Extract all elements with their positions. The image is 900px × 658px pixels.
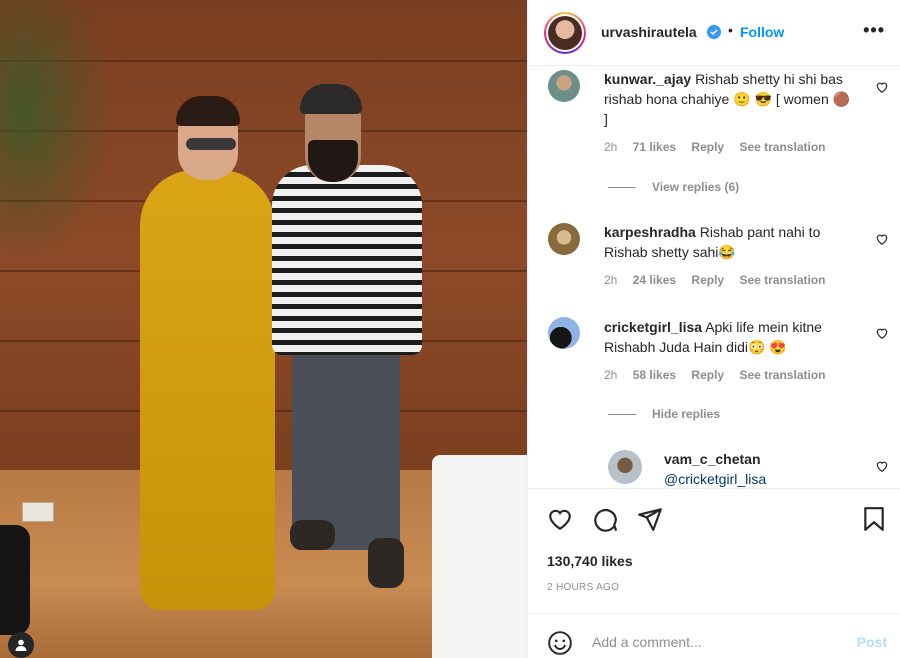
post-comment-button[interactable]: Post bbox=[857, 634, 887, 650]
follow-button[interactable]: Follow bbox=[740, 24, 784, 40]
reply-button[interactable]: Reply bbox=[691, 140, 724, 154]
heart-icon[interactable] bbox=[875, 80, 889, 94]
comment-username[interactable]: kunwar._ajay bbox=[604, 71, 691, 87]
commenter-avatar[interactable] bbox=[548, 223, 580, 255]
comment-meta: 2h 24 likes Reply See translation bbox=[604, 273, 837, 287]
post-sidebar: urvashirautela • Follow ••• kunwar._ajay… bbox=[527, 0, 900, 658]
shoe bbox=[368, 538, 404, 588]
add-comment-input[interactable]: Add a comment... bbox=[592, 634, 702, 650]
heart-icon[interactable] bbox=[547, 506, 573, 532]
white-cube-seat bbox=[432, 455, 527, 658]
comment-likes[interactable]: 71 likes bbox=[633, 140, 676, 154]
heart-icon[interactable] bbox=[875, 326, 889, 340]
speaker bbox=[0, 525, 30, 635]
comment-likes[interactable]: 24 likes bbox=[633, 273, 676, 287]
comment-text: cricketgirl_lisa Apki life mein kitne Ri… bbox=[604, 317, 854, 357]
bookmark-icon[interactable] bbox=[861, 506, 887, 532]
comment-body[interactable]: @cricketgirl_lisa bbox=[664, 469, 854, 488]
user-tag-icon[interactable] bbox=[8, 632, 34, 658]
comment-username[interactable]: karpeshradha bbox=[604, 224, 696, 240]
see-translation-button[interactable]: See translation bbox=[739, 273, 825, 287]
comment-likes[interactable]: 58 likes bbox=[633, 368, 676, 382]
view-replies-label: View replies (6) bbox=[652, 180, 740, 194]
see-translation-button[interactable]: See translation bbox=[739, 140, 825, 154]
comment-time: 2h bbox=[604, 273, 618, 287]
view-replies-button[interactable]: View replies (6) bbox=[608, 180, 739, 194]
comment-username[interactable]: vam_c_chetan bbox=[664, 449, 854, 469]
verified-badge-icon bbox=[707, 25, 721, 39]
commenter-avatar[interactable] bbox=[548, 317, 580, 349]
person-hair bbox=[176, 96, 240, 126]
comment-text: kunwar._ajay Rishab shetty hi shi bas ri… bbox=[604, 69, 854, 129]
share-icon[interactable] bbox=[637, 506, 663, 532]
reply-button[interactable]: Reply bbox=[691, 273, 724, 287]
person-yellow-outfit bbox=[140, 170, 275, 610]
comment-icon[interactable] bbox=[592, 506, 618, 532]
hide-replies-label: Hide replies bbox=[652, 407, 721, 421]
comment-meta: 2h 58 likes Reply See translation bbox=[604, 368, 837, 382]
comment-time: 2h bbox=[604, 140, 618, 154]
reply-button[interactable]: Reply bbox=[691, 368, 724, 382]
comment-username[interactable]: cricketgirl_lisa bbox=[604, 319, 702, 335]
post-time[interactable]: 2 HOURS AGO bbox=[547, 582, 619, 593]
shoe bbox=[290, 520, 335, 550]
sunglasses bbox=[186, 138, 236, 150]
heart-icon[interactable] bbox=[875, 459, 889, 473]
hide-replies-button[interactable]: Hide replies bbox=[608, 407, 720, 421]
author-avatar[interactable] bbox=[544, 12, 586, 54]
post-header: urvashirautela • Follow ••• bbox=[528, 0, 900, 66]
post-actions: 130,740 likes 2 HOURS AGO bbox=[528, 488, 900, 613]
author-username[interactable]: urvashirautela bbox=[601, 24, 697, 40]
likes-count[interactable]: 130,740 likes bbox=[547, 553, 633, 569]
person-cap bbox=[300, 84, 362, 114]
comments-list[interactable]: kunwar._ajay Rishab shetty hi shi bas ri… bbox=[528, 66, 900, 488]
comment-meta: 2h 71 likes Reply See translation bbox=[604, 140, 837, 154]
comment-text: vam_c_chetan @cricketgirl_lisa bbox=[664, 449, 854, 488]
add-comment-bar: Add a comment... Post bbox=[528, 613, 900, 658]
emoji-icon[interactable] bbox=[547, 630, 573, 656]
post-photo[interactable] bbox=[0, 0, 527, 658]
separator: • bbox=[728, 22, 733, 38]
more-icon[interactable]: ••• bbox=[863, 20, 885, 41]
commenter-avatar[interactable] bbox=[548, 70, 580, 102]
comment-time: 2h bbox=[604, 368, 618, 382]
plant bbox=[0, 0, 130, 290]
commenter-avatar[interactable] bbox=[608, 450, 642, 484]
comment-text: karpeshradha Rishab pant nahi to Rishab … bbox=[604, 222, 854, 262]
person-striped-shirt bbox=[272, 165, 422, 355]
see-translation-button[interactable]: See translation bbox=[739, 368, 825, 382]
wall-socket bbox=[22, 502, 54, 522]
heart-icon[interactable] bbox=[875, 232, 889, 246]
